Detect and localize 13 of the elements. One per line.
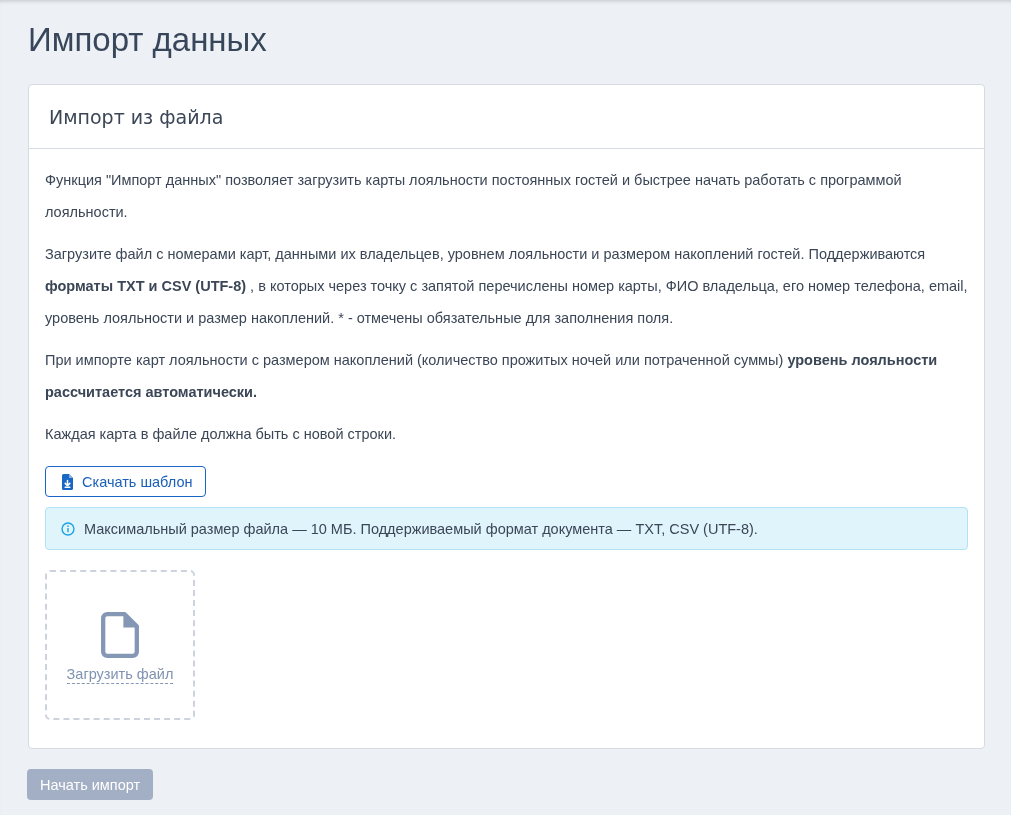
info-icon xyxy=(61,521,75,536)
card-title: Импорт из файла xyxy=(49,105,224,128)
file-dropzone[interactable]: Загрузить файл xyxy=(45,570,195,720)
info-alert-text: Максимальный размер файла — 10 МБ. Поддерживаемый формат документа — TXT, CSV (UTF-8). xyxy=(84,520,758,537)
upload-file-link[interactable]: Загрузить файл xyxy=(66,666,174,684)
description-text: Загрузите файл с номерами карт, данными их владельцев, уровнем лояльности и размером накоплений гостей. Поддерживаются форматы TXT и CSV (UTF-8) , в которых через точку с запятой перечислены номер карты, ФИО владельца, его номер телефона, email, уровень лояльности и размер накоплений. * - отмечены обязательные для заполнения поля. xyxy=(45,245,968,328)
page-title: Импорт данных xyxy=(28,20,267,60)
file-download-icon xyxy=(62,473,73,490)
file-icon xyxy=(101,612,139,658)
description-text: При импорте карт лояльности с размером накоплений (количество прожитых ночей или потраченной суммы) уровень лояльности рассчитается автоматически. xyxy=(45,351,939,402)
download-template-button[interactable]: Скачать шаблон xyxy=(45,466,207,497)
description-text: Каждая карта в файле должна быть с новой строки. xyxy=(45,425,397,444)
description-text: Функция "Импорт данных" позволяет загрузить карты лояльности постоянных гостей и быстрее начать работать с программой лояльности. xyxy=(45,171,903,222)
